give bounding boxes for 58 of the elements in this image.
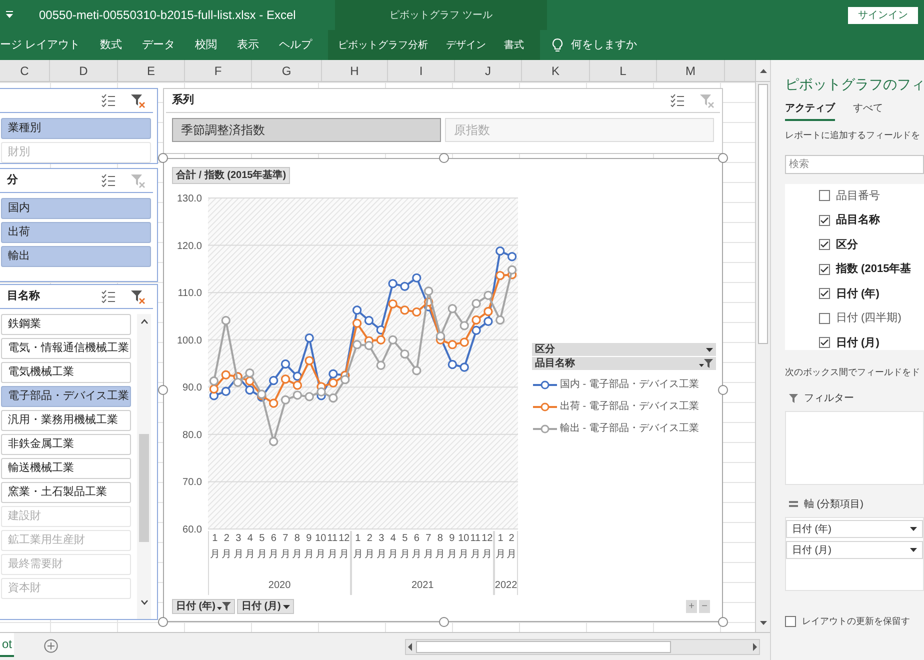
- defer-update-label: レイアウトの更新を保留す: [802, 615, 910, 628]
- category-label: 4月: [244, 532, 256, 562]
- slicer-title: 目名称: [7, 288, 40, 304]
- legend-label: 出荷 - 電子部品・デバイス工業: [560, 400, 699, 414]
- instruction-text: レポートに追加するフィールドを: [785, 129, 921, 142]
- slicer-title: 系列: [172, 92, 194, 108]
- category-label: 1月: [495, 532, 506, 562]
- field-label: 区分: [836, 238, 858, 252]
- field-label: 品目番号: [836, 188, 880, 204]
- category-label: 12月: [481, 532, 494, 562]
- category-label: 11月: [326, 532, 338, 562]
- category-label: 8月: [434, 532, 446, 562]
- category-label: 8月: [291, 532, 303, 562]
- category-label: 5月: [256, 532, 268, 562]
- slicer-title: 分: [7, 172, 18, 188]
- field-label: 日付 (月): [836, 336, 880, 350]
- axis-label: 100.0: [176, 335, 202, 346]
- context-tools-label: ピボットグラフ ツール: [335, 0, 547, 30]
- category-label: 3月: [232, 532, 244, 562]
- category-label: 4月: [387, 532, 400, 562]
- category-label: 6月: [268, 532, 280, 562]
- legend-label: 国内 - 電子部品・デバイス工業: [560, 378, 699, 392]
- category-label: 11月: [470, 532, 482, 562]
- category-label: 6月: [410, 532, 423, 562]
- category-label: 12月: [338, 532, 350, 562]
- category-label: 10月: [458, 532, 470, 562]
- category-label: 1月: [352, 532, 364, 562]
- axis-label: 130.0: [176, 194, 202, 204]
- category-label: 3月: [376, 532, 388, 562]
- area-label: 軸 (分類項目): [804, 498, 864, 512]
- category-label: 10月: [314, 532, 326, 562]
- year-label: 2020: [268, 579, 291, 593]
- axis-label: 90.0: [182, 382, 202, 394]
- axis-label: 110.0: [178, 288, 202, 300]
- category-label: 5月: [399, 532, 411, 562]
- field-label: 品目名称: [836, 212, 880, 228]
- category-label: 2月: [364, 532, 376, 562]
- drag-hint-text: 次のボックス間でフィールドをド: [785, 366, 921, 378]
- category-label: 9月: [303, 532, 315, 562]
- field-label: 日付 (年): [836, 286, 880, 302]
- pane-title: ピボットグラフのフィ: [785, 75, 924, 94]
- category-label: 1月: [209, 532, 221, 562]
- field-label: 日付 (四半期): [836, 311, 902, 326]
- axis-label: 80.0: [182, 430, 202, 441]
- category-label: 7月: [280, 532, 292, 562]
- legend-label: 輸出 - 電子部品・デバイス工業: [560, 422, 699, 436]
- year-label: 2022: [494, 579, 518, 593]
- category-label: 9月: [446, 532, 458, 562]
- category-label: 2月: [220, 532, 232, 562]
- category-label: 7月: [422, 532, 434, 562]
- axis-label: 120.0: [176, 240, 202, 252]
- window-title: 00550-meti-00550310-b2015-full-list.xlsx - Excel: [39, 7, 297, 24]
- area-label: フィルター: [804, 392, 854, 406]
- field-label: 指数 (2015年基: [836, 262, 912, 277]
- axis-label: 70.0: [182, 477, 202, 488]
- category-label: 2月: [506, 532, 517, 562]
- axis-label: 60.0: [182, 524, 202, 534]
- year-label: 2021: [411, 579, 434, 593]
